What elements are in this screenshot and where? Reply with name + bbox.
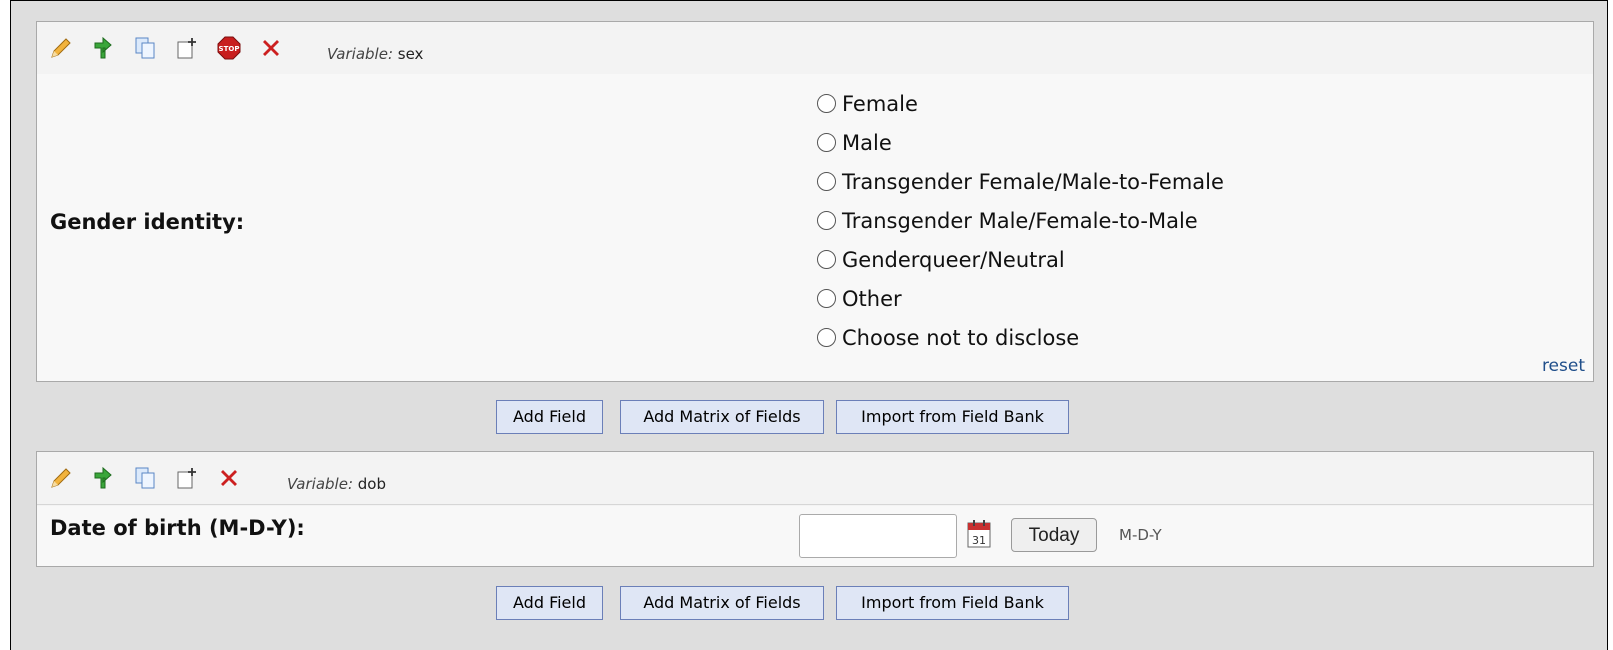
radio-option[interactable]: Other [817,279,1224,318]
variable-name: dob [357,475,387,493]
delete-icon[interactable] [217,466,241,490]
svg-text:STOP: STOP [219,45,240,53]
stop-action-icon[interactable]: STOP [217,36,241,60]
radio-button[interactable] [817,211,836,230]
reset-link[interactable]: reset [1542,356,1585,376]
radio-option[interactable]: Genderqueer/Neutral [817,240,1224,279]
variable-name: sex [397,45,424,63]
field-body: Date of birth (M-D-Y): 31 Today M-D-Y [37,506,1593,566]
svg-text:31: 31 [972,534,986,547]
copy-icon[interactable] [133,36,157,60]
date-format-hint: M-D-Y [1119,526,1162,544]
variable-label: Variable: sex [327,45,423,63]
question-label: Gender identity: [50,210,245,234]
add-matrix-button[interactable]: Add Matrix of Fields [620,586,824,620]
variable-prefix: Variable: [287,475,353,493]
radio-option-label[interactable]: Transgender Male/Female-to-Male [842,209,1198,233]
variable-prefix: Variable: [327,45,393,63]
radio-option[interactable]: Male [817,123,1224,162]
add-field-toolbar: Add Field Add Matrix of Fields Import fr… [11,400,1609,436]
add-matrix-button[interactable]: Add Matrix of Fields [620,400,824,434]
radio-option-label[interactable]: Other [842,287,902,311]
radio-option-label[interactable]: Transgender Female/Male-to-Female [842,170,1224,194]
date-input[interactable] [799,514,957,558]
field-toolbar: STOP Variable: sex [37,22,1593,75]
import-field-bank-button[interactable]: Import from Field Bank [836,400,1069,434]
add-field-button[interactable]: Add Field [496,586,603,620]
radio-button[interactable] [817,250,836,269]
import-field-bank-button[interactable]: Import from Field Bank [836,586,1069,620]
radio-button[interactable] [817,94,836,113]
radio-button[interactable] [817,289,836,308]
design-frame: STOP Variable: sex Gender identity: Fema… [10,0,1608,650]
field-body: Gender identity: Female Male Transgender… [37,74,1593,381]
calendar-icon[interactable]: 31 [965,518,993,550]
edit-pencil-icon[interactable] [49,466,73,490]
radio-option-label[interactable]: Female [842,92,918,116]
delete-icon[interactable] [259,36,283,60]
radio-option[interactable]: Female [817,84,1224,123]
branching-logic-icon[interactable] [91,36,115,60]
radio-button[interactable] [817,172,836,191]
add-field-button[interactable]: Add Field [496,400,603,434]
radio-button[interactable] [817,328,836,347]
copy-icon[interactable] [133,466,157,490]
radio-option-label[interactable]: Male [842,131,892,155]
radio-option-label[interactable]: Genderqueer/Neutral [842,248,1065,272]
field-dob: Variable: dob Date of birth (M-D-Y): 31 … [36,451,1594,567]
radio-option[interactable]: Transgender Male/Female-to-Male [817,201,1224,240]
radio-button[interactable] [817,133,836,152]
field-toolbar: Variable: dob [37,452,1593,505]
today-button[interactable]: Today [1011,518,1097,552]
radio-option[interactable]: Choose not to disclose [817,318,1224,357]
move-icon[interactable] [175,36,199,60]
question-label: Date of birth (M-D-Y): [50,516,305,540]
variable-label: Variable: dob [287,475,386,493]
branching-logic-icon[interactable] [91,466,115,490]
add-field-toolbar: Add Field Add Matrix of Fields Import fr… [11,586,1609,622]
radio-option[interactable]: Transgender Female/Male-to-Female [817,162,1224,201]
move-icon[interactable] [175,466,199,490]
edit-pencil-icon[interactable] [49,36,73,60]
field-sex: STOP Variable: sex Gender identity: Fema… [36,21,1594,382]
radio-option-label[interactable]: Choose not to disclose [842,326,1079,350]
radio-group: Female Male Transgender Female/Male-to-F… [817,84,1224,357]
